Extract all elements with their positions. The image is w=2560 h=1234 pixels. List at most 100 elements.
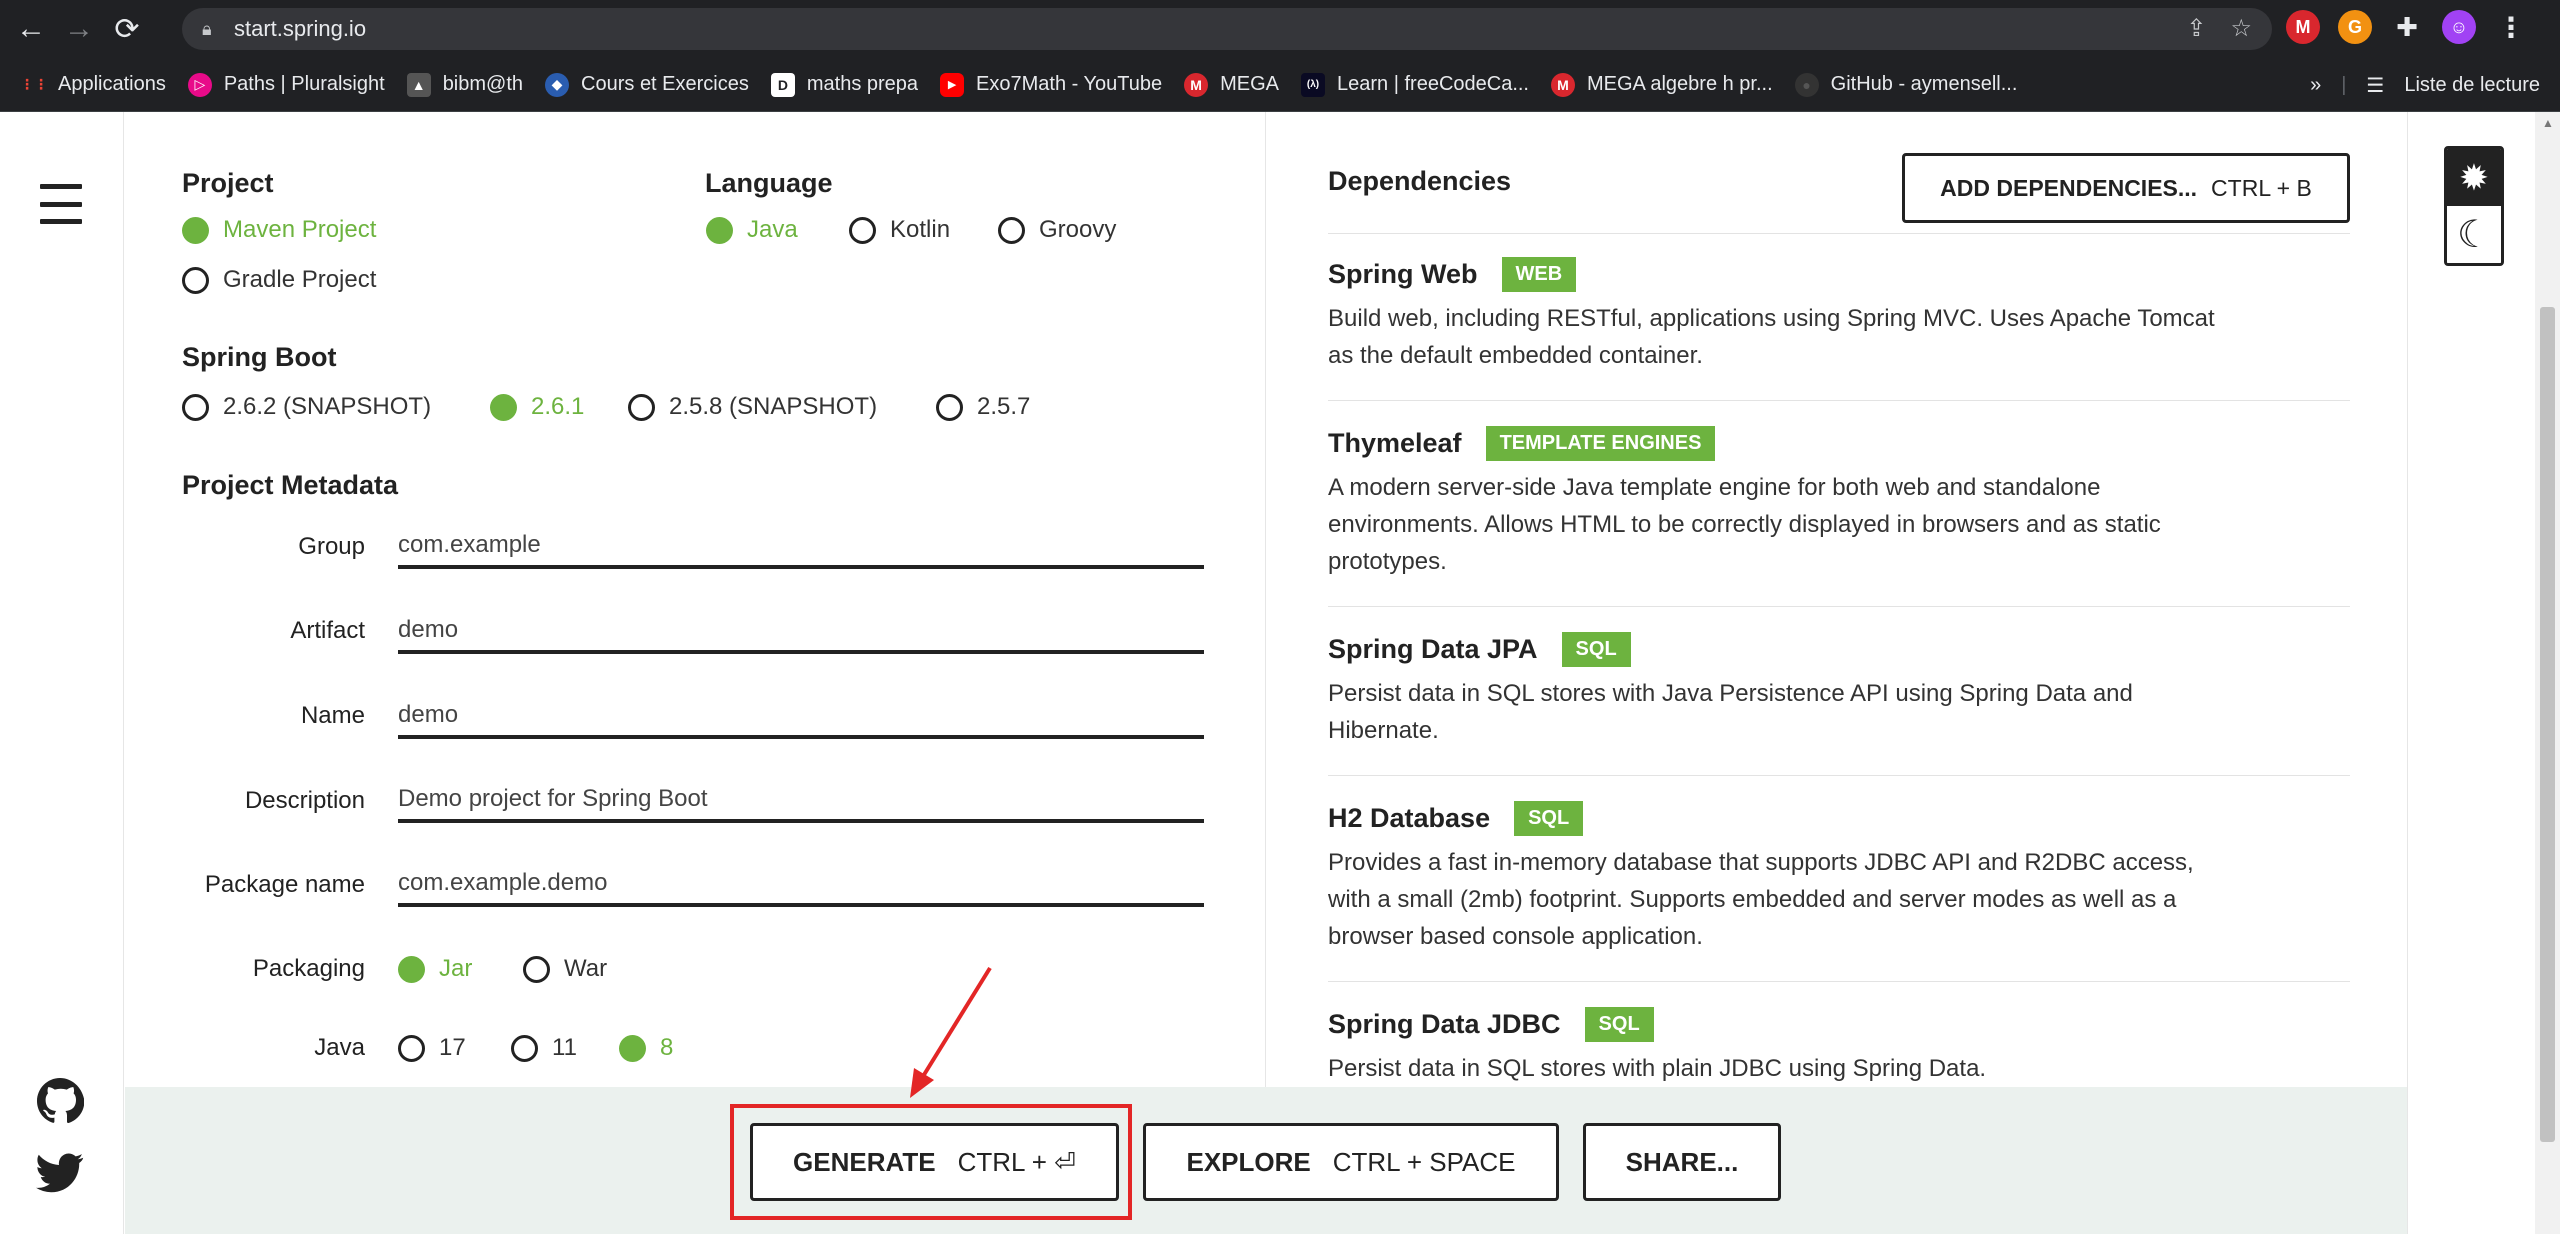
bookmark-star-icon[interactable]: ☆ (2230, 14, 2252, 43)
bookmark-item[interactable]: ◆ Cours et Exercices (545, 72, 749, 97)
bookmark-item[interactable]: ⋮⋮ Applications (20, 73, 166, 97)
dependency-tag-badge: TEMPLATE ENGINES (1485, 426, 1716, 461)
language-radio-groovy[interactable]: Groovy (998, 216, 1116, 244)
reading-list-button[interactable]: Liste de lecture (2404, 74, 2540, 97)
description-input[interactable]: Demo project for Spring Boot (398, 775, 1204, 823)
radio-unchecked-icon[interactable] (398, 1034, 425, 1062)
group-label: Group (298, 533, 365, 560)
boot-radio-262-snapshot[interactable]: 2.6.2 (SNAPSHOT) (182, 393, 431, 421)
java-radio-8[interactable]: 8 (619, 1034, 673, 1062)
reading-list-icon[interactable]: ☰ (2366, 73, 2384, 98)
dependency-description-line: browser based console application. (1328, 923, 1703, 950)
profile-avatar-icon[interactable]: ☺ (2442, 10, 2476, 44)
radio-unchecked-icon[interactable] (182, 266, 209, 294)
group-input[interactable]: com.example (398, 521, 1204, 569)
lock-icon: 🔒︎ (202, 18, 212, 39)
radio-checked-icon[interactable] (398, 955, 425, 983)
dependency-description: Persist data in SQL stores with plain JD… (1328, 1050, 2288, 1087)
dependency-tag-badge: WEB (1501, 257, 1577, 292)
mega-icon: M (1184, 72, 1209, 97)
share-page-icon[interactable]: ⇪ (2186, 14, 2206, 43)
dependency-tag-badge: SQL (1561, 632, 1631, 667)
sun-icon[interactable]: ✹ (2447, 149, 2501, 206)
radio-checked-icon[interactable] (706, 216, 733, 244)
bookmark-item[interactable]: ▷ Paths | Pluralsight (187, 72, 385, 97)
project-title: Project (182, 168, 274, 198)
twitter-icon[interactable] (36, 1152, 84, 1205)
dependency-description-line: prototypes. (1328, 548, 1447, 575)
bookmarks-more-button[interactable]: » (2310, 74, 2321, 97)
add-dependencies-button[interactable]: ADD DEPENDENCIES... CTRL + B (1902, 153, 2350, 223)
bookmark-item[interactable]: Dmaths prepa (770, 72, 918, 97)
hamburger-menu-icon[interactable] (40, 184, 82, 224)
page-scrollbar[interactable]: ▲ (2535, 112, 2560, 1234)
right-rail: ✹ ☾ (2407, 112, 2535, 1234)
language-title: Language (705, 168, 833, 198)
dependency-divider (1328, 606, 2350, 607)
freecodecamp-icon: (λ) (1301, 72, 1326, 97)
radio-label: Groovy (1039, 216, 1117, 243)
bookmark-item[interactable]: M MEGA (1184, 72, 1279, 97)
bookmark-item[interactable]: (λ) Learn | freeCodeCa... (1301, 72, 1529, 97)
package-name-label: Package name (204, 871, 365, 898)
java-radio-11[interactable]: 11 (511, 1034, 577, 1062)
bookmark-item[interactable]: ▶ Exo7Math - YouTube (940, 72, 1162, 97)
explore-button[interactable]: EXPLORE CTRL + SPACE (1143, 1123, 1559, 1201)
back-icon[interactable]: ← (14, 12, 48, 46)
kebab-menu-icon[interactable]: ⋮ (2494, 10, 2528, 44)
project-radio-maven[interactable]: Maven Project (182, 216, 376, 244)
scrollbar-thumb[interactable] (2540, 307, 2555, 1142)
github-icon: ● (1794, 72, 1819, 97)
radio-unchecked-icon[interactable] (628, 393, 655, 421)
bookmark-label: Cours et Exercices (581, 73, 749, 95)
dependency-description-line: as the default embedded container. (1328, 342, 1703, 369)
radio-label: 2.6.2 (SNAPSHOT) (223, 393, 432, 420)
boot-radio-257[interactable]: 2.5.7 (936, 393, 1030, 421)
radio-unchecked-icon[interactable] (849, 216, 876, 244)
share-button[interactable]: SHARE... (1583, 1123, 1781, 1201)
moon-icon[interactable]: ☾ (2447, 206, 2501, 263)
language-radio-java[interactable]: Java (706, 216, 798, 244)
dependency-title: Spring Data JDBC SQL (1328, 1007, 1654, 1042)
artifact-input[interactable]: demo (398, 606, 1204, 654)
theme-toggle[interactable]: ✹ ☾ (2444, 146, 2504, 266)
packaging-radio-jar[interactable]: Jar (398, 955, 472, 983)
github-icon[interactable] (36, 1077, 85, 1136)
radio-checked-icon[interactable] (182, 216, 209, 244)
package-name-input[interactable]: com.example.demo (398, 859, 1204, 907)
boot-radio-261[interactable]: 2.6.1 (490, 393, 584, 421)
dependency-description: A modern server-side Java template engin… (1328, 469, 2288, 580)
radio-unchecked-icon[interactable] (936, 393, 963, 421)
cours-icon: ◆ (545, 72, 570, 97)
radio-unchecked-icon[interactable] (511, 1034, 538, 1062)
dependency-title: Thymeleaf TEMPLATE ENGINES (1328, 426, 1716, 461)
radio-checked-icon[interactable] (490, 393, 517, 421)
extensions-puzzle-icon[interactable]: ✚ (2390, 10, 2424, 44)
project-radio-gradle[interactable]: Gradle Project (182, 266, 376, 294)
address-url[interactable]: start.spring.io (234, 16, 366, 42)
radio-unchecked-icon[interactable] (998, 216, 1025, 244)
boot-radio-258-snapshot[interactable]: 2.5.8 (SNAPSHOT) (628, 393, 877, 421)
reload-icon[interactable]: ⟳ (110, 12, 144, 46)
bookmark-item[interactable]: M MEGA algebre h pr... (1551, 72, 1773, 97)
page-content: ✹ ☾ Project Maven Project Gradle Project… (0, 112, 2535, 1234)
name-input[interactable]: demo (398, 691, 1204, 739)
java-radio-17[interactable]: 17 (398, 1034, 466, 1062)
bookmark-item[interactable]: ● GitHub - aymensell... (1794, 72, 2017, 97)
scroll-up-icon[interactable]: ▲ (2542, 116, 2554, 130)
mega-extension-icon[interactable]: M (2286, 10, 2320, 44)
bookmark-item[interactable]: ▲ bibm@th (406, 72, 523, 97)
dependency-description: Persist data in SQL stores with Java Per… (1328, 675, 2288, 749)
radio-checked-icon[interactable] (619, 1034, 646, 1062)
add-dependencies-label: ADD DEPENDENCIES... (1940, 174, 2198, 201)
packaging-radio-war[interactable]: War (523, 955, 607, 983)
radio-unchecked-icon[interactable] (182, 393, 209, 421)
forward-icon[interactable]: → (62, 12, 96, 46)
dependency-name: Spring Data JDBC (1328, 1009, 1561, 1039)
radio-unchecked-icon[interactable] (523, 955, 550, 983)
grammar-extension-icon[interactable]: G (2338, 10, 2372, 44)
language-radio-kotlin[interactable]: Kotlin (849, 216, 950, 244)
share-label: SHARE... (1625, 1146, 1739, 1177)
radio-label: Kotlin (890, 216, 951, 243)
address-bar[interactable]: 🔒︎ start.spring.io ⇪ ☆ (182, 8, 2272, 50)
